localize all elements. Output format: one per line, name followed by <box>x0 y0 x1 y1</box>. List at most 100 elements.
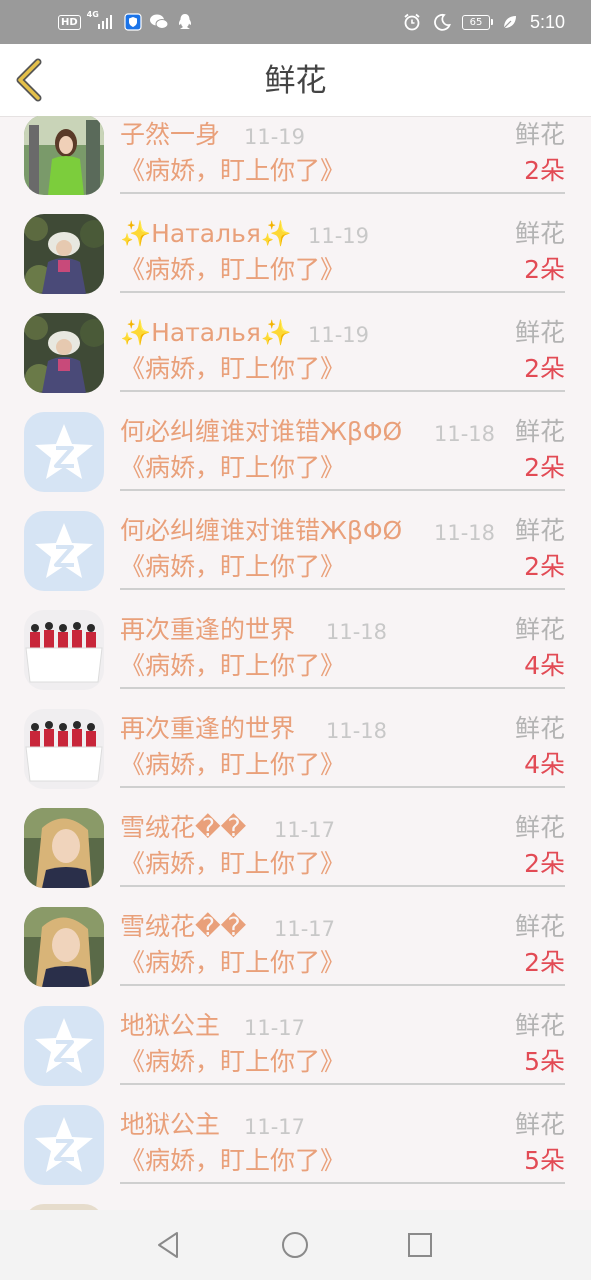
list-item[interactable]: ✨Наталья✨ 11-19 鲜花 《病娇，盯上你了》 2朵 <box>0 195 591 294</box>
leaf-icon <box>500 12 520 32</box>
book-title: 《病娇，盯上你了》 <box>120 156 346 185</box>
gift-date: 11-18 <box>434 422 496 446</box>
divider <box>120 588 565 590</box>
gift-date: 11-18 <box>434 521 496 545</box>
gift-type: 鲜花 <box>514 714 565 743</box>
sender-name: 再次重逢的世界 <box>120 714 296 743</box>
gift-type: 鲜花 <box>514 120 565 149</box>
sender-name: 雪绒花�� <box>120 912 247 941</box>
gift-date: 11-18 <box>326 719 388 743</box>
back-triangle-icon <box>158 1232 178 1258</box>
gift-type: 鲜花 <box>514 912 565 941</box>
list-item[interactable]: 子然一身 11-19 鲜花 《病娇，盯上你了》 2朵 <box>0 116 591 195</box>
avatar <box>24 610 104 690</box>
sender-name: ✨Наталья✨ <box>120 318 293 347</box>
divider <box>120 489 565 491</box>
gift-type: 鲜花 <box>514 813 565 842</box>
book-title: 《病娇，盯上你了》 <box>120 948 346 977</box>
signal-icon: 4G <box>87 10 117 32</box>
gift-date: 11-17 <box>244 1016 306 1040</box>
clock: 5:10 <box>529 11 565 32</box>
nav-back-button[interactable] <box>149 1225 189 1265</box>
book-title: 《病娇，盯上你了》 <box>120 1146 346 1175</box>
gift-date: 11-17 <box>274 818 336 842</box>
shield-app-icon <box>123 12 143 32</box>
nav-recents-button[interactable] <box>400 1225 440 1265</box>
list-item[interactable]: 雪绒花�� 11-17 鲜花 《病娇，盯上你了》 2朵 <box>0 789 591 888</box>
hd-icon: HD <box>58 14 81 30</box>
list-item[interactable]: 再次重逢的世界 11-18 鲜花 《病娇，盯上你了》 4朵 <box>0 690 591 789</box>
list-item[interactable]: 何必纠缠谁对谁错ЖβΦØ 11-18 鲜花 《病娇，盯上你了》 2朵 <box>0 492 591 591</box>
star-icon <box>24 1006 104 1086</box>
gift-date: 11-19 <box>308 323 370 347</box>
sender-name: ✨Наталья✨ <box>120 219 293 248</box>
divider <box>120 192 565 194</box>
divider <box>120 1182 565 1184</box>
avatar <box>24 808 104 888</box>
status-bar: HD 4G 65 5:10 <box>0 0 591 44</box>
recents-square-icon <box>408 1233 432 1257</box>
sender-name: 雪绒花�� <box>120 813 247 842</box>
book-title: 《病娇，盯上你了》 <box>120 651 346 680</box>
gift-count: 2朵 <box>524 255 565 284</box>
gift-count: 5朵 <box>524 1146 565 1175</box>
gift-type: 鲜花 <box>514 219 565 248</box>
home-circle-icon <box>282 1232 308 1258</box>
gift-count: 2朵 <box>524 849 565 878</box>
avatar <box>24 907 104 987</box>
nav-home-button[interactable] <box>275 1225 315 1265</box>
top-bar: 鲜花 <box>0 44 591 117</box>
page-title: 鲜花 <box>264 63 327 99</box>
gift-date: 11-17 <box>244 1115 306 1139</box>
system-nav-bar <box>0 1210 591 1280</box>
divider <box>120 786 565 788</box>
book-title: 《病娇，盯上你了》 <box>120 354 346 383</box>
gift-type: 鲜花 <box>514 1110 565 1139</box>
gift-count: 2朵 <box>524 453 565 482</box>
gift-count: 2朵 <box>524 156 565 185</box>
sender-name: 子然一身 <box>120 120 221 149</box>
gift-type: 鲜花 <box>514 615 565 644</box>
gift-count: 4朵 <box>524 651 565 680</box>
divider <box>120 1083 565 1085</box>
list-item[interactable]: 雪绒花�� 11-17 鲜花 《病娇，盯上你了》 2朵 <box>0 888 591 987</box>
gift-count: 5朵 <box>524 1047 565 1076</box>
list-item[interactable]: 地狱公主 11-17 鲜花 《病娇，盯上你了》 5朵 <box>0 987 591 1086</box>
avatar <box>24 1105 104 1185</box>
book-title: 《病娇，盯上你了》 <box>120 453 346 482</box>
gift-type: 鲜花 <box>514 516 565 545</box>
flower-gift-list[interactable]: 子然一身 11-19 鲜花 《病娇，盯上你了》 2朵 ✨Наталья✨ 11-… <box>0 116 591 1210</box>
list-item[interactable] <box>0 1185 591 1210</box>
list-item[interactable]: 再次重逢的世界 11-18 鲜花 《病娇，盯上你了》 4朵 <box>0 591 591 690</box>
divider <box>120 984 565 986</box>
qq-icon <box>175 12 195 32</box>
list-item[interactable]: 地狱公主 11-17 鲜花 《病娇，盯上你了》 5朵 <box>0 1086 591 1185</box>
avatar <box>24 214 104 294</box>
avatar <box>24 1006 104 1086</box>
sender-name: 再次重逢的世界 <box>120 615 296 644</box>
book-title: 《病娇，盯上你了》 <box>120 552 346 581</box>
book-title: 《病娇，盯上你了》 <box>120 849 346 878</box>
gift-date: 11-19 <box>308 224 370 248</box>
battery-icon: 65 <box>461 14 493 30</box>
avatar <box>24 412 104 492</box>
divider <box>120 687 565 689</box>
list-item[interactable]: ✨Наталья✨ 11-19 鲜花 《病娇，盯上你了》 2朵 <box>0 294 591 393</box>
gift-count: 2朵 <box>524 354 565 383</box>
sender-name: 地狱公主 <box>120 1110 221 1139</box>
divider <box>120 885 565 887</box>
moon-icon <box>432 12 452 32</box>
gift-date: 11-18 <box>326 620 388 644</box>
avatar <box>24 116 104 195</box>
avatar <box>24 313 104 393</box>
gift-date: 11-19 <box>244 125 306 149</box>
gift-count: 2朵 <box>524 948 565 977</box>
sender-name: 何必纠缠谁对谁错ЖβΦØ <box>120 516 403 545</box>
avatar <box>24 511 104 591</box>
star-icon <box>24 511 104 591</box>
alarm-icon <box>402 12 422 32</box>
list-item[interactable]: 何必纠缠谁对谁错ЖβΦØ 11-18 鲜花 《病娇，盯上你了》 2朵 <box>0 393 591 492</box>
book-title: 《病娇，盯上你了》 <box>120 1047 346 1076</box>
star-icon <box>24 412 104 492</box>
gift-type: 鲜花 <box>514 318 565 347</box>
